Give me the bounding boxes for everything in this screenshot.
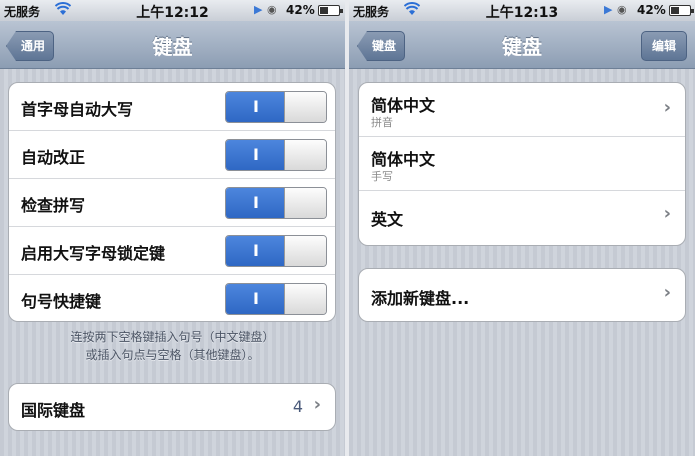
- caps-lock-toggle[interactable]: I: [225, 235, 327, 267]
- battery-percent: 42%: [637, 3, 666, 17]
- battery-icon: [318, 5, 343, 16]
- period-shortcut-toggle[interactable]: I: [225, 283, 327, 315]
- auto-capitalization-toggle[interactable]: I: [225, 91, 327, 123]
- chevron-right-icon: ›: [663, 203, 671, 224]
- international-keyboards-row[interactable]: 国际键盘 4 ›: [9, 384, 335, 430]
- keyboard-row-pinyin[interactable]: 简体中文 拼音 ›: [359, 83, 685, 137]
- right-screen: 无服务 上午12:13 ▶ ◉ 42% 键盘 键盘 编辑 简体中文 拼音 › 简…: [349, 0, 695, 456]
- setting-row-caps-lock: 启用大写字母锁定键 I: [9, 227, 335, 275]
- keyboard-count: 4: [292, 397, 303, 416]
- setting-row-auto-correction: 自动改正 I: [9, 131, 335, 179]
- edit-button[interactable]: 编辑: [641, 31, 687, 61]
- setting-row-check-spelling: 检查拼写 I: [9, 179, 335, 227]
- play-icon: ▶: [604, 3, 613, 16]
- keyboard-label: 英文: [371, 210, 404, 229]
- setting-row-period-shortcut: 句号快捷键 I: [9, 275, 335, 321]
- setting-label: 启用大写字母锁定键: [21, 244, 166, 263]
- keyboards-list-group: 简体中文 拼音 › 简体中文 手写 英文 ›: [358, 82, 686, 246]
- keyboard-row-english[interactable]: 英文 ›: [359, 191, 685, 245]
- international-keyboards-group: 国际键盘 4 ›: [8, 383, 336, 431]
- status-bar: 无服务 上午12:12 ▶ ◉ 42%: [0, 0, 345, 21]
- chevron-right-icon: ›: [663, 97, 671, 118]
- rotation-lock-icon: ◉: [267, 3, 277, 16]
- setting-label: 检查拼写: [21, 196, 86, 215]
- footnote-line-1: 连按两下空格键插入句号（中文键盘）: [70, 330, 275, 344]
- keyboard-label: 简体中文: [371, 96, 436, 115]
- international-keyboards-label: 国际键盘: [21, 401, 86, 420]
- play-icon: ▶: [254, 3, 263, 16]
- left-screen: 无服务 上午12:12 ▶ ◉ 42% 通用 键盘 首字母自动大写 I 自动改正…: [0, 0, 345, 456]
- rotation-lock-icon: ◉: [617, 3, 627, 16]
- setting-label: 自动改正: [21, 148, 86, 167]
- chevron-right-icon: ›: [663, 282, 671, 303]
- page-title: 键盘: [152, 35, 193, 59]
- add-new-keyboard-label: 添加新键盘...: [371, 289, 470, 308]
- keyboard-row-handwriting[interactable]: 简体中文 手写: [359, 137, 685, 191]
- battery-percent: 42%: [286, 3, 315, 17]
- status-bar: 无服务 上午12:13 ▶ ◉ 42%: [349, 0, 695, 21]
- footnote-line-2: 或插入句点与空格（其他键盘）。: [85, 348, 260, 362]
- setting-row-auto-capitalization: 首字母自动大写 I: [9, 83, 335, 131]
- navigation-bar: 通用 键盘: [0, 21, 345, 69]
- add-new-keyboard-row[interactable]: 添加新键盘... ›: [359, 269, 685, 321]
- setting-label: 首字母自动大写: [21, 100, 134, 119]
- check-spelling-toggle[interactable]: I: [225, 187, 327, 219]
- keyboard-settings-group: 首字母自动大写 I 自动改正 I 检查拼写 I 启用大写字母锁定键 I 句号快捷…: [8, 82, 336, 322]
- keyboard-sublabel: 拼音: [371, 116, 393, 129]
- setting-label: 句号快捷键: [21, 292, 102, 311]
- battery-icon: [669, 5, 694, 16]
- navigation-bar: 键盘 键盘 编辑: [349, 21, 695, 69]
- keyboard-label: 简体中文: [371, 150, 436, 169]
- chevron-right-icon: ›: [313, 394, 321, 415]
- add-keyboard-group: 添加新键盘... ›: [358, 268, 686, 322]
- auto-correction-toggle[interactable]: I: [225, 139, 327, 171]
- keyboard-sublabel: 手写: [371, 170, 393, 183]
